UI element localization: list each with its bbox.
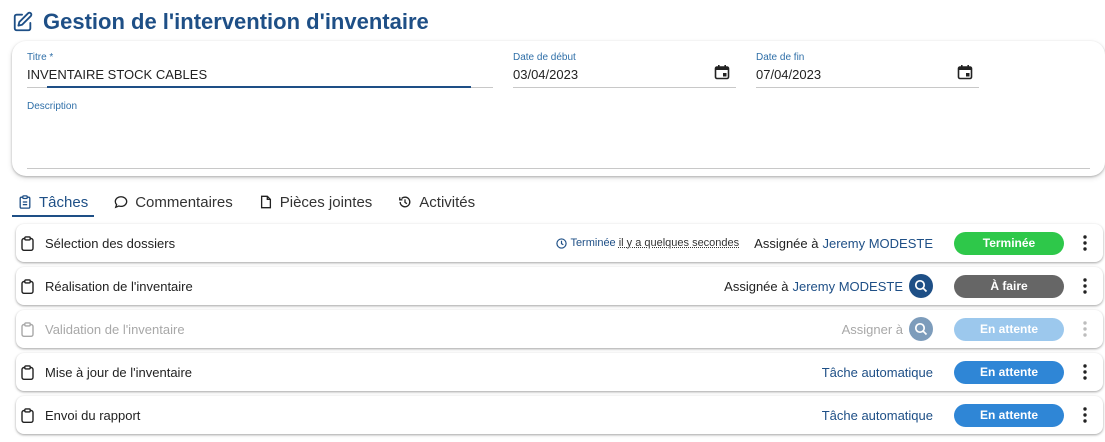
edit-icon [13,11,33,32]
tab-activites[interactable]: Activités [392,189,481,215]
status-badge[interactable]: En attente [954,403,1064,427]
intervention-form: Titre * Date de début Date de fin Descri… [12,41,1105,176]
end-date-input[interactable] [756,67,979,82]
more-vertical-icon [1083,278,1087,294]
assign-label: Assigner à [841,321,903,337]
task-row[interactable]: Réalisation de l'inventaire Assignée à J… [16,267,1103,305]
tab-commentaires[interactable]: Commentaires [108,189,239,215]
task-row[interactable]: Sélection des dossiers Terminée il y a q… [16,224,1103,262]
tab-label: Activités [419,193,476,211]
assignee-link[interactable]: Jeremy MODESTE [792,279,903,294]
file-icon [260,195,271,209]
more-menu-button[interactable] [1075,317,1095,341]
end-date-label: Date de fin [756,52,805,63]
description-underline [27,168,1090,169]
more-menu-button[interactable] [1075,274,1095,298]
clipboard-icon [19,195,31,209]
completion-info: Terminée il y a quelques secondes [556,237,739,249]
clipboard-icon [21,278,34,294]
search-icon [914,279,928,293]
description-textarea[interactable] [27,116,1090,166]
start-date-input[interactable] [513,67,736,82]
task-row[interactable]: Mise à jour de l'inventaire Tâche automa… [16,353,1103,391]
more-menu-button[interactable] [1075,403,1095,427]
tab-label: Pièces jointes [279,193,373,211]
automatic-task-label: Tâche automatique [821,407,933,423]
status-badge[interactable]: À faire [954,274,1064,298]
status-badge[interactable]: Terminée [954,231,1064,255]
title-field[interactable]: Titre * [27,52,493,88]
clipboard-icon [21,321,34,337]
start-date-label: Date de début [513,52,576,63]
description-field[interactable]: Description [27,101,1090,169]
task-name: Validation de l'inventaire [45,321,185,337]
completion-status: Terminée [570,237,616,249]
tab-bar: Tâches Commentaires Pièces jointes Activ… [12,189,495,217]
title-focus-underline [47,86,471,88]
calendar-icon[interactable] [714,64,730,80]
end-date-field[interactable]: Date de fin [756,52,979,88]
clipboard-icon [21,407,34,423]
start-date-field[interactable]: Date de début [513,52,736,88]
task-row[interactable]: Validation de l'inventaire Assigner à En… [16,310,1103,348]
task-name: Mise à jour de l'inventaire [45,364,192,380]
more-menu-button[interactable] [1075,231,1095,255]
assign-label: Assignée à [754,235,819,251]
task-name: Envoi du rapport [45,407,141,423]
description-label: Description [27,101,78,112]
tab-label: Commentaires [135,193,233,211]
assign-search-button[interactable] [909,274,933,298]
assign-search-button[interactable] [909,317,933,341]
tab-pieces-jointes[interactable]: Pièces jointes [253,189,379,215]
more-vertical-icon [1083,235,1087,251]
tab-label: Tâches [39,193,89,211]
comment-icon [114,196,128,209]
completion-time: il y a quelques secondes [618,237,740,249]
task-name: Sélection des dossiers [45,235,176,251]
title-input[interactable] [27,67,493,82]
title-label: Titre * [27,52,54,63]
assignee-link[interactable]: Jeremy MODESTE [822,236,933,251]
clipboard-icon [21,364,34,380]
page-header: Gestion de l'intervention d'inventaire [12,8,429,36]
status-badge[interactable]: En attente [954,360,1064,384]
assign-label: Assignée à [724,278,789,294]
start-date-underline [513,87,736,88]
more-vertical-icon [1083,364,1087,380]
end-date-underline [756,87,979,88]
task-name: Réalisation de l'inventaire [45,278,193,294]
search-icon [914,322,928,336]
task-row[interactable]: Envoi du rapport Tâche automatique En at… [16,396,1103,434]
more-vertical-icon [1083,321,1087,337]
status-badge[interactable]: En attente [954,317,1064,341]
tab-taches[interactable]: Tâches [12,189,95,217]
clock-icon [556,237,568,249]
more-vertical-icon [1083,407,1087,423]
calendar-icon[interactable] [957,64,973,80]
history-icon [399,196,411,208]
page-title: Gestion de l'intervention d'inventaire [43,9,429,34]
task-list: Sélection des dossiers Terminée il y a q… [16,224,1103,439]
clipboard-icon [21,235,34,251]
automatic-task-label: Tâche automatique [821,364,933,380]
more-menu-button[interactable] [1075,360,1095,384]
